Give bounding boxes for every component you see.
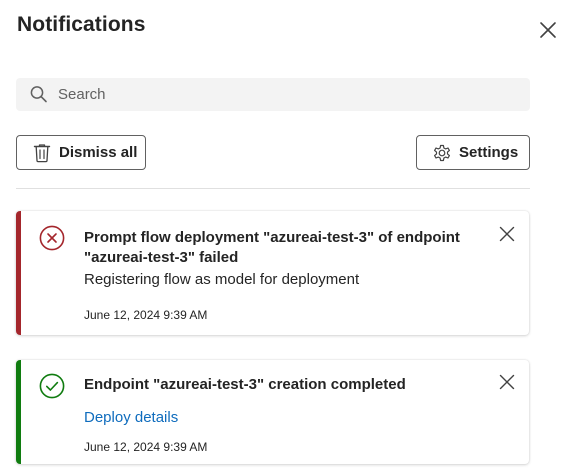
close-icon[interactable] [537, 19, 559, 41]
close-icon[interactable] [498, 225, 516, 243]
settings-button[interactable]: Settings [416, 135, 530, 170]
search-box[interactable] [16, 78, 530, 111]
search-icon [30, 86, 47, 103]
divider [16, 188, 530, 189]
notification-card-success: Endpoint "azureai-test-3" creation compl… [16, 360, 529, 464]
trash-icon [33, 143, 51, 162]
close-icon[interactable] [498, 373, 516, 391]
error-accent-bar [16, 211, 21, 335]
success-accent-bar [16, 360, 21, 464]
notification-timestamp: June 12, 2024 9:39 AM [84, 308, 208, 322]
notification-timestamp: June 12, 2024 9:39 AM [84, 440, 208, 454]
notification-description: Registering flow as model for deployment [84, 271, 360, 288]
error-circle-icon [39, 225, 65, 251]
gear-icon [434, 144, 450, 161]
notification-card-error: Prompt flow deployment "azureai-test-3" … [16, 211, 529, 335]
deploy-details-link[interactable]: Deploy details [84, 409, 178, 426]
dismiss-all-label: Dismiss all [59, 144, 138, 161]
notification-title: Prompt flow deployment "azureai-test-3" … [84, 229, 460, 266]
panel-title: Notifications [17, 13, 146, 36]
dismiss-all-button[interactable]: Dismiss all [16, 135, 146, 170]
success-check-icon [39, 373, 65, 399]
settings-label: Settings [459, 144, 519, 161]
search-input[interactable] [58, 78, 518, 111]
notification-title: Endpoint "azureai-test-3" creation compl… [84, 376, 406, 393]
